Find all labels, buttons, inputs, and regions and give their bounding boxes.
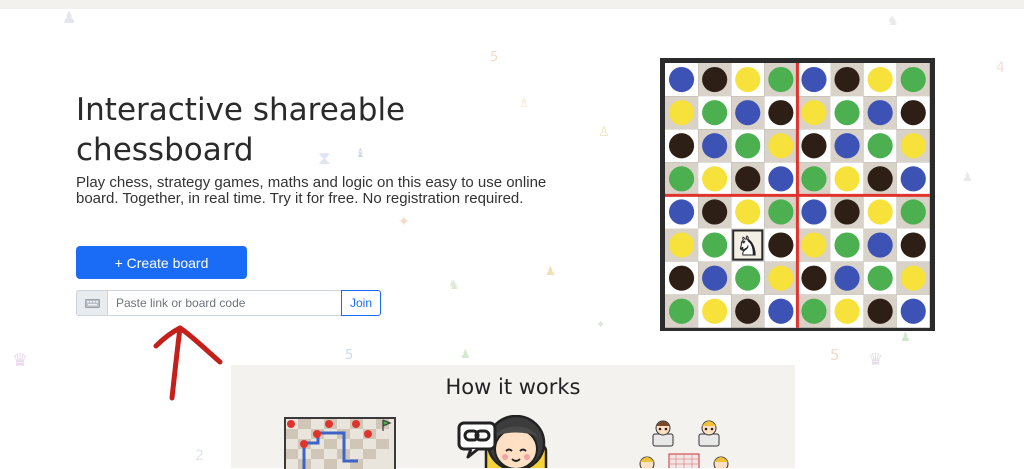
- bg-decoration: 5: [490, 50, 499, 65]
- board-piece-dark: [834, 199, 860, 225]
- board-piece-yellow: [668, 232, 695, 258]
- board-piece-blue: [735, 100, 761, 126]
- bg-decoration: 2: [195, 448, 204, 464]
- board-piece-blue: [801, 66, 827, 93]
- person-with-link-illustration: [457, 415, 548, 468]
- red-arrow-icon: [153, 325, 223, 401]
- bg-decoration: ♞: [448, 278, 460, 293]
- board-piece-yellow: [867, 199, 893, 225]
- how-it-works-title: How it works: [445, 375, 581, 399]
- board-piece-green: [867, 265, 893, 291]
- board-piece-green: [900, 199, 926, 225]
- bg-decoration: ♙: [598, 125, 610, 140]
- board-piece-yellow: [702, 166, 728, 192]
- board-piece-dark: [735, 166, 761, 192]
- board-piece-green: [801, 298, 827, 324]
- board-piece-green: [735, 133, 761, 159]
- bg-decoration: ♟: [545, 264, 556, 278]
- board-piece-yellow: [801, 232, 827, 258]
- top-bar: [0, 0, 1024, 9]
- create-board-button[interactable]: + Create board: [76, 246, 247, 279]
- bg-decoration: ✦: [596, 318, 606, 331]
- board-piece-green: [867, 133, 893, 159]
- board-piece-blue: [702, 133, 728, 159]
- board-piece-yellow: [867, 66, 893, 93]
- board-piece-blue: [801, 199, 827, 225]
- board-piece-dark: [668, 265, 695, 291]
- bg-decoration: ♟: [460, 347, 471, 361]
- board-piece-blue: [768, 298, 794, 324]
- board-piece-dark: [668, 133, 695, 159]
- bg-decoration: 4: [996, 60, 1005, 76]
- bg-decoration: ♟: [62, 8, 77, 27]
- board-piece-green: [668, 166, 695, 192]
- bg-decoration: ♛: [868, 350, 884, 370]
- board-piece-yellow: [668, 100, 695, 126]
- maze-board-illustration: [284, 417, 396, 469]
- board-piece-blue: [668, 199, 695, 225]
- board-piece-blue: [768, 166, 794, 192]
- board-piece-yellow: [801, 100, 827, 126]
- board-piece-blue: [834, 133, 860, 159]
- board-piece-yellow: [735, 199, 761, 225]
- board-piece-yellow: [834, 166, 860, 192]
- hero-title: Interactive shareable chessboard: [76, 92, 406, 168]
- board-piece-green: [834, 100, 860, 126]
- bg-decoration: ♗: [518, 96, 530, 111]
- hero-description: Play chess, strategy games, maths and lo…: [76, 174, 547, 207]
- board-piece-dark: [768, 100, 794, 126]
- board-piece-yellow: [768, 265, 794, 291]
- board-piece-dark: [834, 66, 860, 93]
- board-piece-yellow: [834, 298, 860, 324]
- board-piece-dark: [867, 298, 893, 324]
- board-piece-dark: [735, 298, 761, 324]
- board-piece-blue: [867, 232, 893, 258]
- board-piece-green: [702, 232, 728, 258]
- board-piece-dark: [768, 232, 794, 258]
- board-piece-yellow: [735, 66, 761, 93]
- board-piece-yellow: [768, 133, 794, 159]
- board-piece-yellow: [900, 133, 926, 159]
- board-piece-blue: [834, 265, 860, 291]
- how-it-works-section: How it works: [231, 365, 795, 469]
- board-piece-dark: [900, 232, 926, 258]
- board-piece-dark: [801, 265, 827, 291]
- join-board-group: Join: [76, 290, 381, 316]
- board-preview: ♞: [660, 58, 935, 331]
- bg-decoration: 5: [830, 346, 840, 364]
- bg-decoration: ♟: [962, 170, 973, 184]
- board-piece-dark: [900, 100, 926, 126]
- board-piece-green: [768, 66, 794, 93]
- board-piece-green: [668, 298, 695, 324]
- board-piece-blue: [702, 265, 728, 291]
- players-around-board-illustration: [639, 420, 729, 468]
- board-piece-blue: [867, 100, 893, 126]
- svg-text:♞: ♞: [736, 232, 759, 262]
- bg-decoration: ♛: [12, 350, 29, 371]
- bg-decoration: 5: [345, 348, 354, 363]
- board-code-input[interactable]: [107, 290, 341, 316]
- board-piece-dark: [801, 133, 827, 159]
- board-piece-green: [768, 199, 794, 225]
- board-piece-yellow: [702, 298, 728, 324]
- bg-decoration: ♞: [887, 14, 899, 29]
- join-button[interactable]: Join: [341, 290, 381, 316]
- bg-decoration: ✦: [398, 214, 410, 230]
- board-piece-dark: [702, 199, 728, 225]
- board-piece-green: [834, 232, 860, 258]
- board-piece-yellow: [900, 265, 926, 291]
- board-piece-green: [900, 66, 926, 93]
- board-piece-dark: [867, 166, 893, 192]
- board-piece-blue: [668, 66, 695, 93]
- board-piece-green: [801, 166, 827, 192]
- board-piece-blue: [900, 298, 926, 324]
- board-piece-green: [702, 100, 728, 126]
- board-piece-green: [735, 265, 761, 291]
- bg-decoration: ♟: [900, 330, 911, 344]
- keyboard-icon: [76, 290, 107, 316]
- board-piece-dark: [702, 66, 728, 93]
- board-piece-blue: [900, 166, 926, 192]
- white-knight-icon: ♞: [732, 229, 764, 263]
